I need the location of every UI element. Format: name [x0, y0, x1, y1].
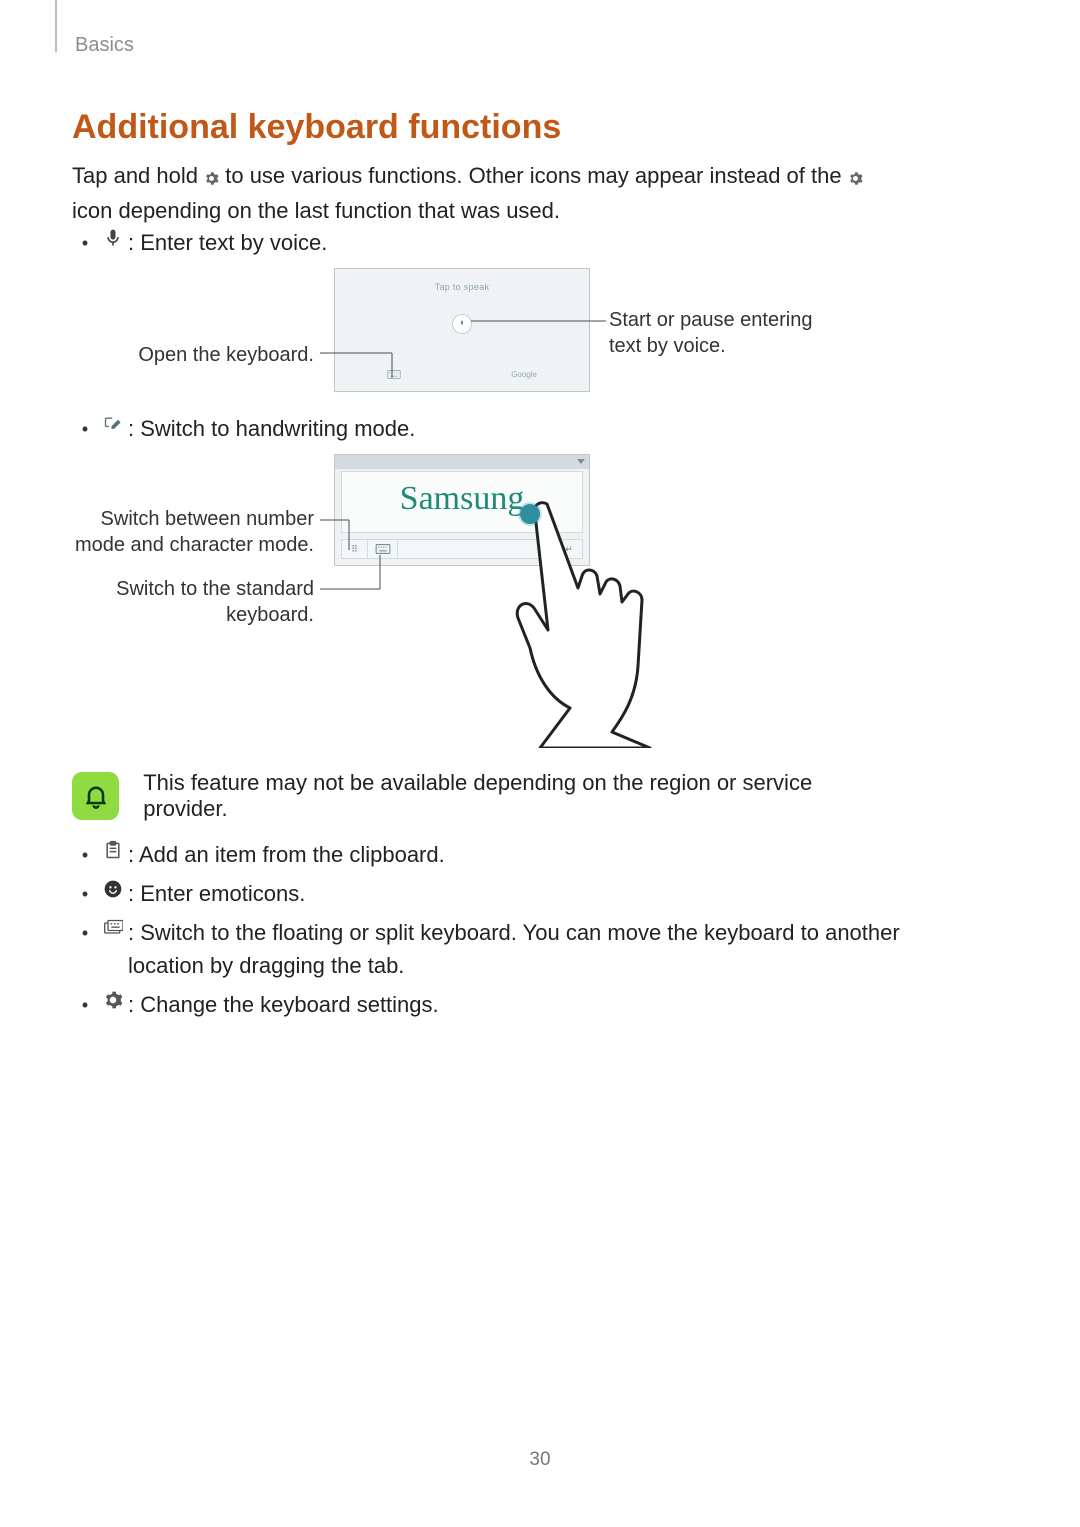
callout-switch-standard-line1: Switch to the standard	[116, 578, 314, 600]
callout-switch-mode-line2: mode and character mode.	[75, 534, 314, 556]
handwriting-topbar	[335, 455, 589, 469]
keyboard-layout-icon	[98, 916, 128, 938]
intro-text-b: to use various functions. Other icons ma…	[225, 163, 847, 188]
handwriting-icon	[98, 412, 128, 434]
voice-provider-label: Google	[511, 370, 537, 381]
bullet-settings: • : Change the keyboard settings.	[72, 988, 1080, 1021]
note: This feature may not be available depend…	[72, 770, 890, 822]
intro-text-a: Tap and hold	[72, 163, 204, 188]
page-number: 30	[0, 1449, 1080, 1471]
bullet-marker: •	[72, 838, 98, 869]
section-label: Basics	[75, 34, 134, 57]
hand-illustration	[500, 498, 660, 748]
bullet-marker: •	[72, 877, 98, 908]
bullet-marker: •	[72, 226, 98, 257]
top-rule	[55, 0, 57, 52]
bullet-marker: •	[72, 916, 98, 947]
intro-paragraph: Tap and hold to use various functions. O…	[72, 160, 890, 227]
note-bell-icon	[72, 772, 119, 820]
callout-open-keyboard: Open the keyboard.	[100, 342, 314, 368]
bullet-emoticons: • : Enter emoticons.	[72, 877, 1080, 910]
callout-switch-mode: Switch between number mode and character…	[70, 506, 314, 558]
callout-start-pause-voice: Start or pause entering text by voice.	[609, 307, 849, 359]
smiley-icon	[98, 877, 128, 899]
chevron-down-icon	[577, 459, 585, 464]
mode-switch-button[interactable]: ⠿	[342, 540, 368, 558]
bullet-voice-text: : Enter text by voice.	[128, 226, 507, 259]
keyboard-switch-button[interactable]	[368, 540, 398, 558]
voice-input-panel: Tap to speak Google	[334, 268, 590, 392]
gear-icon	[204, 163, 219, 195]
touch-indicator	[520, 504, 540, 524]
tap-to-speak-label: Tap to speak	[335, 282, 589, 292]
callout-switch-standard: Switch to the standard keyboard.	[100, 576, 314, 628]
bullet-clipboard: • : Add an item from the clipboard.	[72, 838, 1080, 871]
gear-icon	[98, 988, 128, 1010]
gear-icon	[848, 163, 863, 195]
bullet-clipboard-text: : Add an item from the clipboard.	[128, 838, 1080, 871]
callout-switch-mode-line1: Switch between number	[101, 508, 314, 530]
page-heading: Additional keyboard functions	[72, 108, 561, 147]
bullet-floating-text: : Switch to the floating or split keyboa…	[128, 916, 1080, 982]
note-text: This feature may not be available depend…	[143, 770, 890, 822]
bullet-handwriting-text: : Switch to handwriting mode.	[128, 412, 595, 445]
bullet-handwriting: • : Switch to handwriting mode.	[72, 412, 595, 445]
clipboard-icon	[98, 838, 128, 860]
microphone-icon	[98, 226, 128, 248]
bullet-emoticons-text: : Enter emoticons.	[128, 877, 1080, 910]
bullet-marker: •	[72, 988, 98, 1019]
intro-text-c: icon depending on the last function that…	[72, 198, 560, 223]
callout-switch-standard-line2: keyboard.	[226, 604, 314, 626]
bullet-floating: • : Switch to the floating or split keyb…	[72, 916, 1080, 982]
bullet-settings-text: : Change the keyboard settings.	[128, 988, 1080, 1021]
bullet-voice: • : Enter text by voice.	[72, 226, 507, 259]
bullet-marker: •	[72, 412, 98, 443]
voice-mic-button[interactable]	[452, 314, 472, 334]
voice-open-keyboard-button[interactable]	[387, 370, 401, 381]
